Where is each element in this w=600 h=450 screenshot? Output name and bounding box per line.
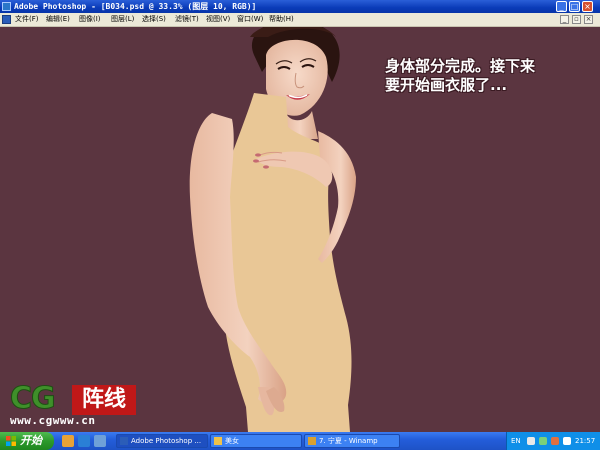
task-photoshop[interactable]: Adobe Photoshop ... — [116, 434, 208, 448]
tray-help-icon[interactable] — [527, 437, 535, 445]
menu-layer[interactable]: 图层(L) — [111, 13, 134, 26]
folder-icon — [214, 437, 222, 445]
start-label: 开始 — [20, 434, 42, 447]
menu-help[interactable]: 帮助(H) — [269, 13, 294, 26]
maximize-button[interactable]: □ — [569, 1, 580, 12]
quicklaunch-ie-icon[interactable] — [78, 435, 90, 447]
language-indicator[interactable]: EN — [511, 432, 521, 450]
caption-line-2: 要开始画衣服了... — [385, 76, 508, 94]
caption-line-1: 身体部分完成。接下来 — [385, 57, 536, 75]
quicklaunch-desktop-icon[interactable] — [94, 435, 106, 447]
task-winamp[interactable]: 7. 宁夏 - Winamp — [304, 434, 400, 448]
menu-select[interactable]: 选择(S) — [142, 13, 166, 26]
taskbar: 开始 Adobe Photoshop ... 美女 7. 宁夏 - Winamp… — [0, 432, 600, 450]
document-canvas[interactable]: 身体部分完成。接下来 要开始画衣服了... CG 阵线 www.cgwww.cn — [0, 27, 600, 432]
tutorial-caption: 身体部分完成。接下来 要开始画衣服了... — [385, 57, 535, 95]
quicklaunch-firefox-icon[interactable] — [62, 435, 74, 447]
menu-bar: 文件(F) 编辑(E) 图像(I) 图层(L) 选择(S) 滤镜(T) 视图(V… — [0, 13, 600, 27]
menu-filter[interactable]: 滤镜(T) — [175, 13, 199, 26]
task-folder-label: 美女 — [225, 437, 239, 445]
document-icon[interactable] — [2, 15, 11, 24]
menu-image[interactable]: 图像(I) — [79, 13, 101, 26]
start-button[interactable]: 开始 — [0, 432, 54, 450]
system-tray: EN 21:57 — [506, 432, 600, 450]
system-clock[interactable]: 21:57 — [575, 432, 595, 450]
logo-chinese-text: 阵线 — [72, 385, 136, 415]
window-title: Adobe Photoshop - [B034.psd @ 33.3% (图层 … — [14, 2, 257, 11]
menu-edit[interactable]: 编辑(E) — [46, 13, 70, 26]
tray-network-icon[interactable] — [539, 437, 547, 445]
doc-restore-button[interactable]: ▫ — [572, 15, 581, 24]
doc-minimize-button[interactable]: _ — [560, 15, 569, 24]
menu-window[interactable]: 窗口(W) — [237, 13, 263, 26]
minimize-button[interactable]: _ — [556, 1, 567, 12]
logo-url-text: www.cgwww.cn — [10, 414, 96, 427]
menu-file[interactable]: 文件(F) — [15, 13, 39, 26]
task-folder[interactable]: 美女 — [210, 434, 302, 448]
tray-volume-icon[interactable] — [551, 437, 559, 445]
cg-logo: CG 阵线 www.cgwww.cn — [8, 381, 140, 427]
window-title-bar[interactable]: Adobe Photoshop - [B034.psd @ 33.3% (图层 … — [0, 0, 600, 13]
task-photoshop-label: Adobe Photoshop ... — [131, 437, 202, 445]
menu-view[interactable]: 视图(V) — [206, 13, 230, 26]
doc-close-button[interactable]: × — [584, 15, 593, 24]
winamp-icon — [308, 437, 316, 445]
photoshop-icon — [120, 437, 128, 445]
tray-app-icon[interactable] — [563, 437, 571, 445]
windows-logo-icon — [6, 436, 16, 446]
task-winamp-label: 7. 宁夏 - Winamp — [319, 437, 378, 445]
close-button[interactable]: × — [582, 1, 593, 12]
photoshop-app-icon — [2, 2, 11, 11]
logo-cg-text: CG — [10, 381, 57, 416]
